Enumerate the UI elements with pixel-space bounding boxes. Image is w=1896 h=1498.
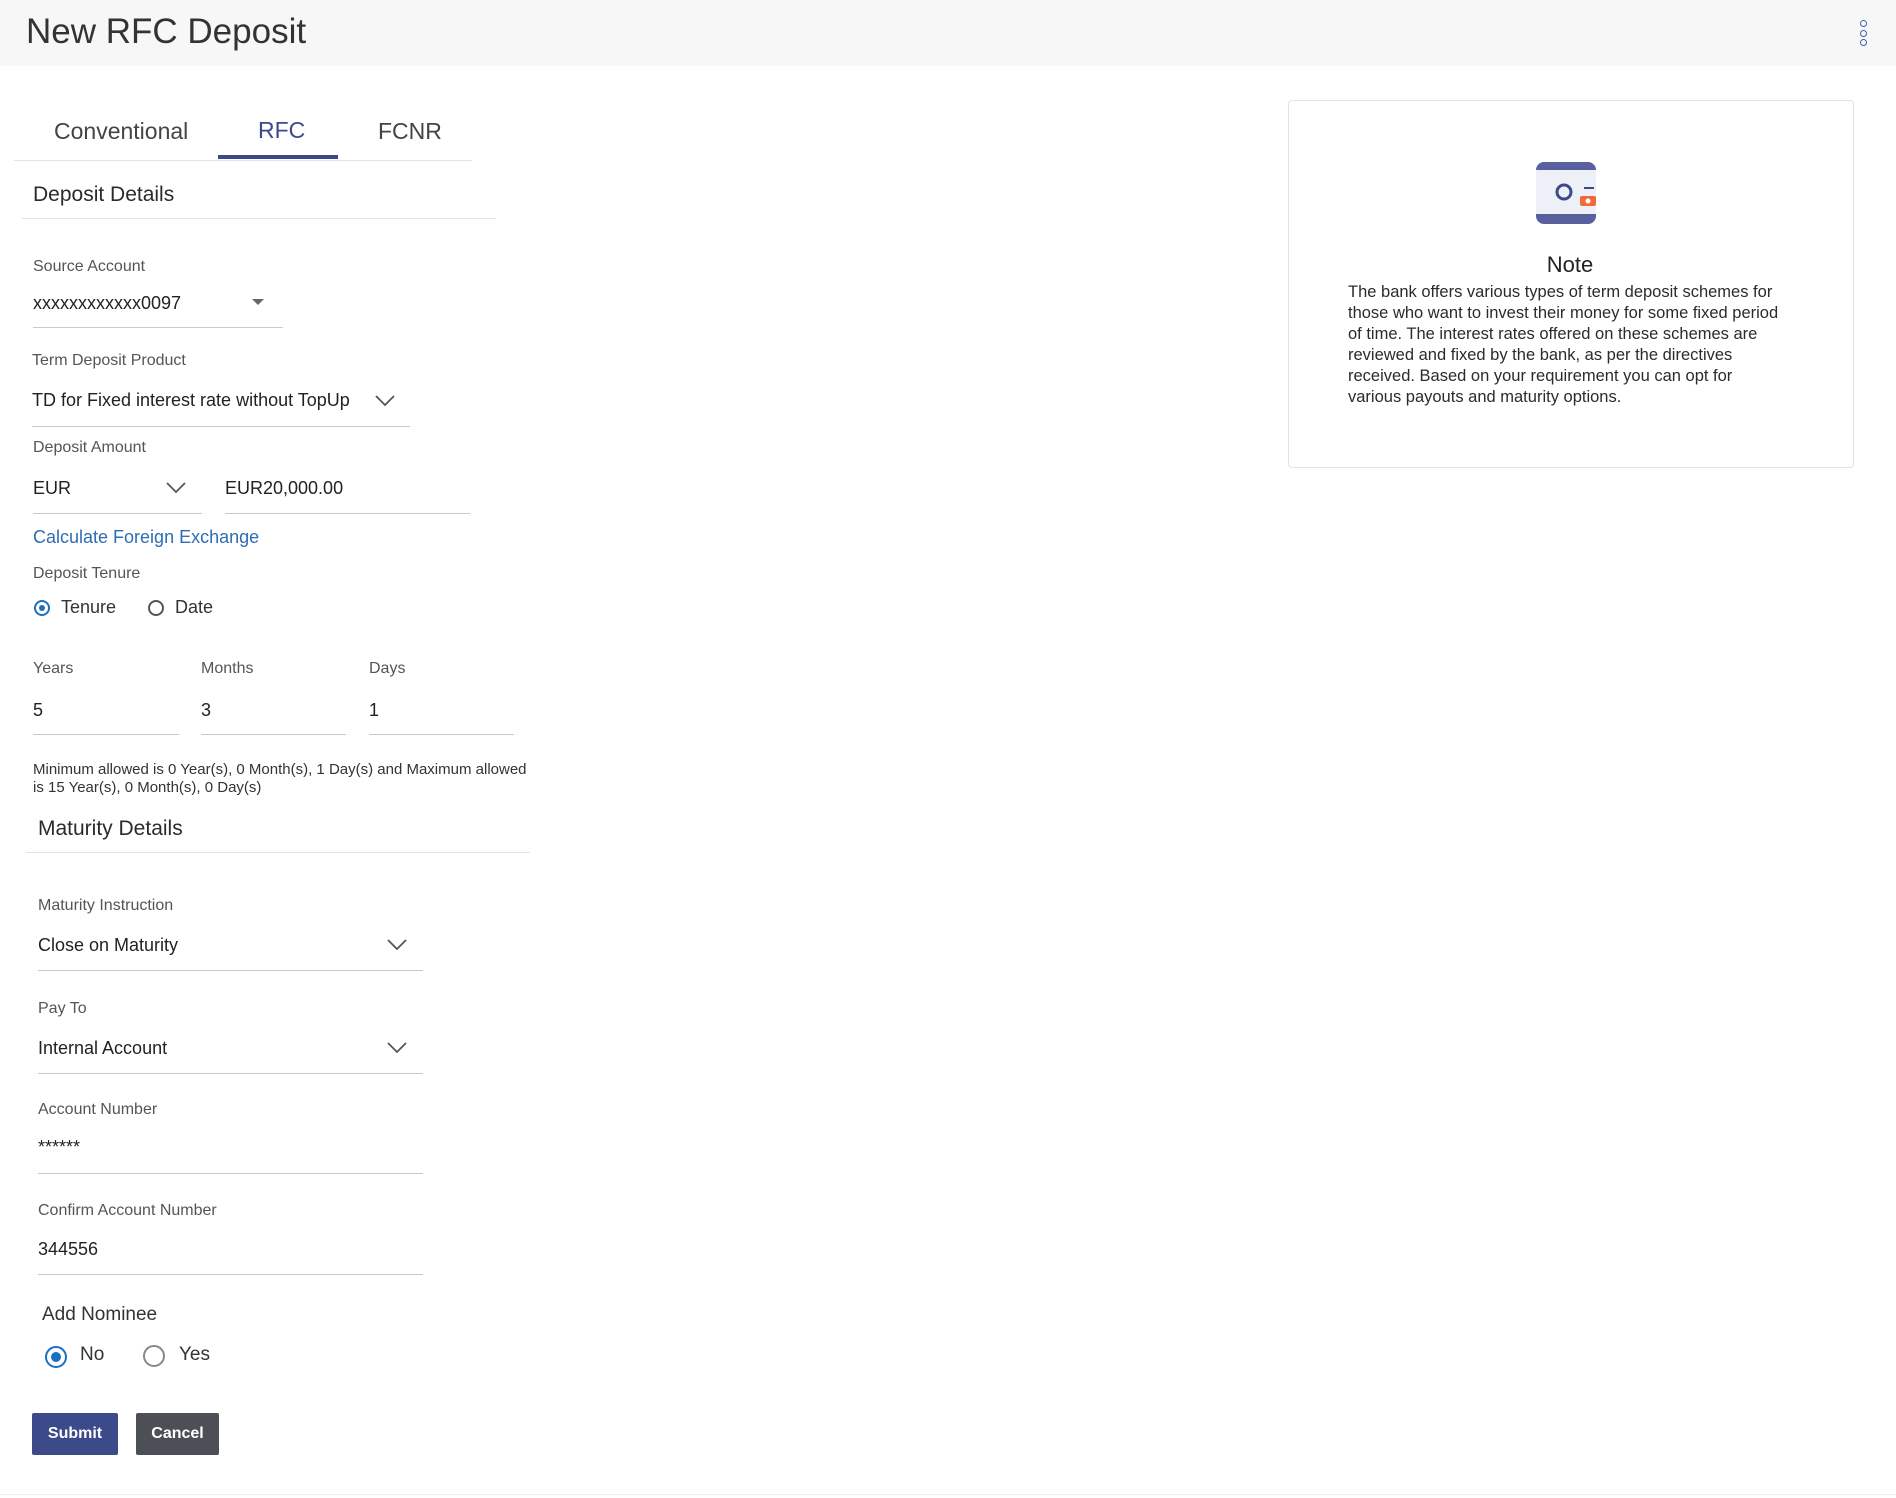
field-underline xyxy=(38,1073,423,1074)
days-input[interactable]: 1 xyxy=(369,700,379,721)
field-underline xyxy=(38,1173,423,1174)
tab-rfc[interactable]: RFC xyxy=(258,117,305,144)
tab-conventional[interactable]: Conventional xyxy=(54,118,188,145)
kebab-menu-icon[interactable] xyxy=(1856,20,1870,46)
page-title: New RFC Deposit xyxy=(26,12,307,51)
tenure-radio-label: Tenure xyxy=(61,597,117,617)
product-select[interactable]: TD for Fixed interest rate without TopUp xyxy=(32,390,350,411)
footer-divider xyxy=(0,1494,1896,1495)
date-radio-label: Date xyxy=(175,597,214,617)
chevron-down-icon[interactable] xyxy=(166,482,186,494)
tabs-divider xyxy=(14,160,472,161)
deposit-details-title: Deposit Details xyxy=(33,183,175,206)
source-account-select[interactable]: xxxxxxxxxxxx0097 xyxy=(33,293,181,314)
years-label: Years xyxy=(33,660,74,677)
chevron-down-icon[interactable] xyxy=(387,939,407,951)
field-underline xyxy=(38,1274,423,1275)
nominee-no-label: No xyxy=(80,1344,105,1365)
deposit-tenure-label: Deposit Tenure xyxy=(33,565,141,582)
maturity-instruction-select[interactable]: Close on Maturity xyxy=(38,935,178,956)
pay-to-select[interactable]: Internal Account xyxy=(38,1038,167,1059)
field-underline xyxy=(225,513,470,514)
currency-select[interactable]: EUR xyxy=(33,478,71,499)
days-label: Days xyxy=(369,660,406,677)
tenure-radio[interactable] xyxy=(34,600,50,616)
field-underline xyxy=(38,970,423,971)
calculate-fx-link[interactable]: Calculate Foreign Exchange xyxy=(33,527,259,548)
amount-input[interactable]: EUR20,000.00 xyxy=(225,478,343,499)
source-account-label: Source Account xyxy=(33,258,146,275)
field-underline xyxy=(201,734,346,735)
field-underline xyxy=(33,734,179,735)
safe-deposit-icon xyxy=(1534,160,1600,226)
tenure-help-text: Minimum allowed is 0 Year(s), 0 Month(s)… xyxy=(33,761,527,796)
chevron-down-icon[interactable] xyxy=(387,1042,407,1054)
nominee-no-radio[interactable] xyxy=(45,1346,67,1368)
confirm-account-number-input[interactable]: 344556 xyxy=(38,1239,98,1260)
confirm-account-number-label: Confirm Account Number xyxy=(38,1202,217,1219)
account-number-label: Account Number xyxy=(38,1101,158,1118)
months-input[interactable]: 3 xyxy=(201,700,211,721)
maturity-instruction-label: Maturity Instruction xyxy=(38,897,174,914)
field-underline xyxy=(32,426,410,427)
section-divider xyxy=(26,852,530,853)
field-underline xyxy=(33,327,283,328)
deposit-amount-label: Deposit Amount xyxy=(33,439,146,456)
months-label: Months xyxy=(201,660,254,677)
maturity-details-title: Maturity Details xyxy=(38,817,183,840)
date-radio[interactable] xyxy=(148,600,164,616)
tab-fcnr[interactable]: FCNR xyxy=(378,118,442,145)
active-tab-indicator xyxy=(218,155,338,159)
cancel-button[interactable]: Cancel xyxy=(136,1413,219,1455)
caret-down-icon[interactable] xyxy=(252,299,264,305)
pay-to-label: Pay To xyxy=(38,1000,87,1017)
chevron-down-icon[interactable] xyxy=(375,395,395,407)
product-label: Term Deposit Product xyxy=(32,352,186,369)
nominee-yes-radio[interactable] xyxy=(143,1345,165,1367)
nominee-yes-label: Yes xyxy=(179,1344,210,1365)
section-divider xyxy=(22,218,496,219)
field-underline xyxy=(33,513,202,514)
field-underline xyxy=(369,734,514,735)
add-nominee-label: Add Nominee xyxy=(42,1304,158,1325)
years-input[interactable]: 5 xyxy=(33,700,43,721)
submit-button[interactable]: Submit xyxy=(32,1413,118,1455)
note-title: Note xyxy=(1546,252,1594,277)
note-text: The bank offers various types of term de… xyxy=(1348,283,1779,406)
account-number-input[interactable]: ****** xyxy=(38,1137,80,1158)
